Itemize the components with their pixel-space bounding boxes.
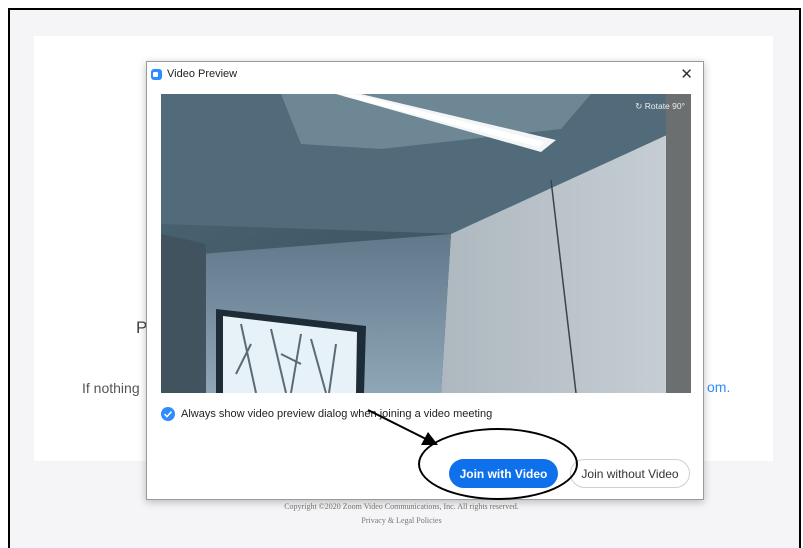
annotation-arrow	[367, 409, 438, 445]
annotation-circle	[418, 428, 578, 500]
